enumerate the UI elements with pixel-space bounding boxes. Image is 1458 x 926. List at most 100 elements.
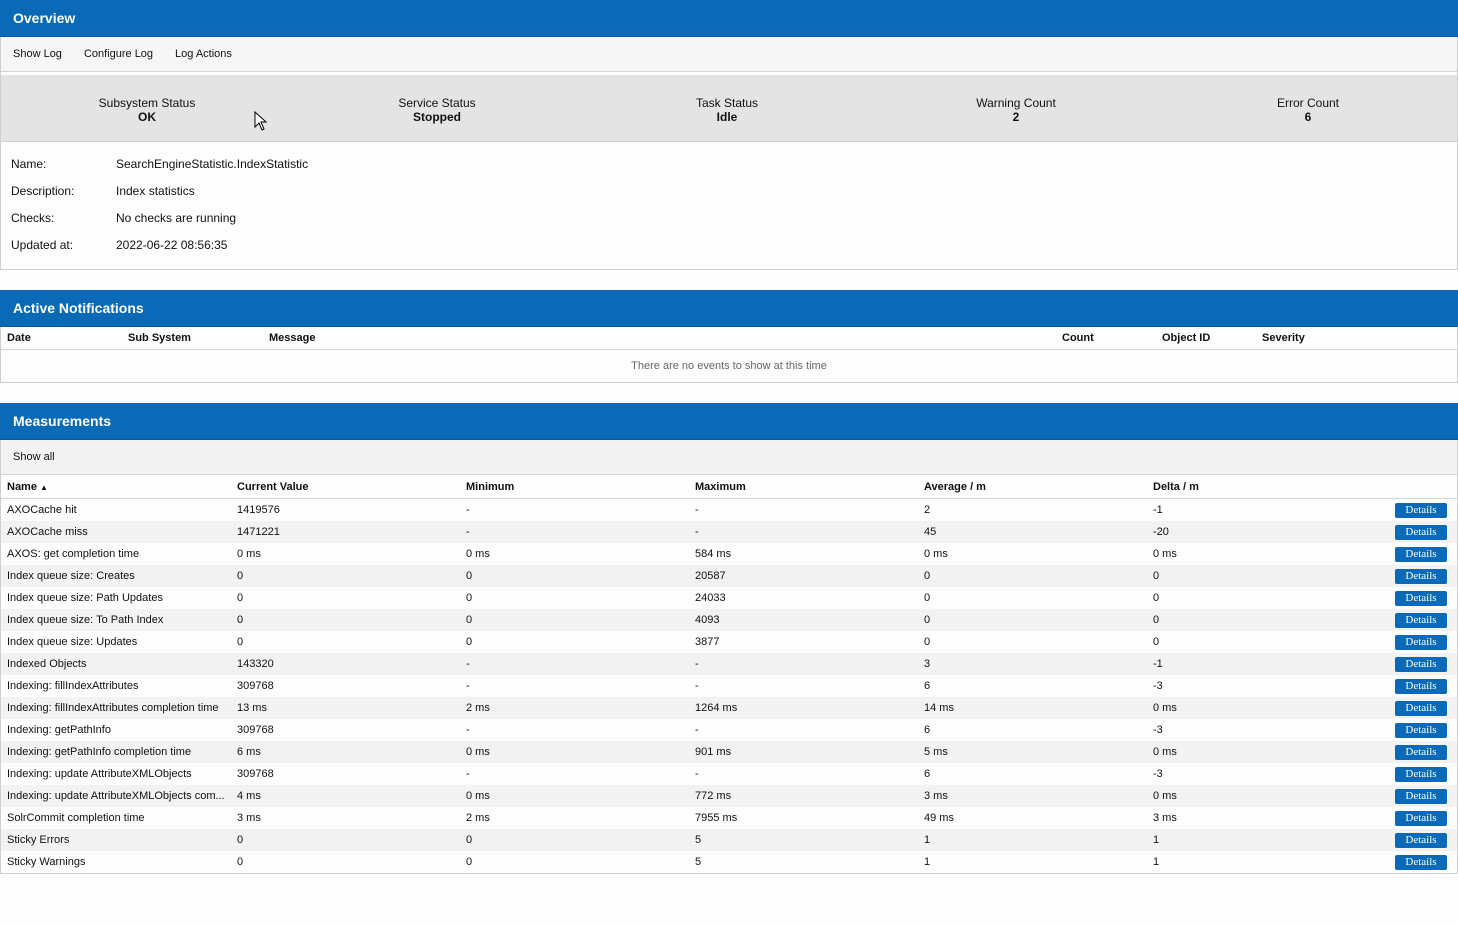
cell-actions: Details xyxy=(1347,543,1457,565)
column-header-subsystem[interactable]: Sub System xyxy=(128,332,191,344)
info-row-description: Description: Index statistics xyxy=(11,184,195,198)
cell-delta: -3 xyxy=(1153,768,1163,780)
measurements-title: Measurements xyxy=(0,403,1458,440)
details-button[interactable]: Details xyxy=(1395,656,1447,672)
subsystem-status-label: Subsystem Status xyxy=(98,96,196,110)
cell-average: 0 xyxy=(924,636,931,648)
details-button[interactable]: Details xyxy=(1395,700,1447,716)
column-header-minimum[interactable]: Minimum xyxy=(460,475,689,499)
cell-average: 2 xyxy=(924,504,931,516)
cell-current-value: 309768 xyxy=(237,724,274,736)
details-button[interactable]: Details xyxy=(1395,546,1447,562)
cell-average: 0 xyxy=(918,565,1147,587)
cell-maximum: - xyxy=(689,653,918,675)
cell-name: Indexing: fillIndexAttributes completion… xyxy=(1,697,231,719)
service-status-value: Stopped xyxy=(413,110,461,124)
cell-average: 1 xyxy=(924,856,931,868)
cell-name: Index queue size: Updates xyxy=(7,636,138,648)
cell-maximum: 24033 xyxy=(695,592,726,604)
cell-current-value: 13 ms xyxy=(231,697,460,719)
task-status-value: Idle xyxy=(716,110,738,124)
task-status-label: Task Status xyxy=(695,96,759,110)
details-button[interactable]: Details xyxy=(1395,612,1447,628)
task-status: Task Status Idle xyxy=(627,96,827,124)
cell-minimum: - xyxy=(466,680,470,692)
cell-current-value: 0 xyxy=(237,636,244,648)
cell-delta: 3 ms xyxy=(1153,812,1177,824)
column-header-current-value[interactable]: Current Value xyxy=(231,475,460,499)
cell-delta: -3 xyxy=(1153,680,1163,692)
details-button[interactable]: Details xyxy=(1395,678,1447,694)
cell-actions: Details xyxy=(1347,609,1457,631)
cell-name: AXOS: get completion time xyxy=(7,548,140,560)
details-button[interactable]: Details xyxy=(1395,766,1447,782)
cell-name: Index queue size: Creates xyxy=(1,565,231,587)
cell-actions: Details xyxy=(1347,829,1457,851)
details-button[interactable]: Details xyxy=(1395,568,1447,584)
cell-minimum: 0 xyxy=(460,609,689,631)
info-label: Checks: xyxy=(11,211,55,225)
cell-average: 5 ms xyxy=(918,741,1147,763)
cell-actions: Details xyxy=(1347,851,1457,873)
cell-name: AXOCache miss xyxy=(1,521,231,543)
log-actions-button[interactable]: Log Actions xyxy=(175,48,232,60)
cell-maximum: 4093 xyxy=(689,609,918,631)
column-header-delta[interactable]: Delta / m xyxy=(1147,475,1347,499)
details-button[interactable]: Details xyxy=(1395,832,1447,848)
column-header-severity[interactable]: Severity xyxy=(1262,332,1305,344)
cell-actions: Details xyxy=(1347,675,1457,697)
details-button[interactable]: Details xyxy=(1395,854,1447,870)
cell-average: 0 xyxy=(924,592,931,604)
configure-log-button[interactable]: Configure Log xyxy=(84,48,153,60)
cell-actions: Details xyxy=(1347,741,1457,763)
column-header-object-id[interactable]: Object ID xyxy=(1162,332,1210,344)
cell-average: 6 xyxy=(924,768,931,780)
table-row: Sticky Warnings 0 0 5 1 1 Details xyxy=(1,851,1457,873)
cell-average: 3 xyxy=(918,653,1147,675)
column-header-name[interactable]: Name ▲ xyxy=(1,475,231,499)
cell-current-value: 309768 xyxy=(237,680,274,692)
cell-delta: -1 xyxy=(1153,504,1163,516)
details-button[interactable]: Details xyxy=(1395,722,1447,738)
details-button[interactable]: Details xyxy=(1395,590,1447,606)
details-button[interactable]: Details xyxy=(1395,634,1447,650)
cell-maximum: - xyxy=(695,504,699,516)
details-button[interactable]: Details xyxy=(1395,788,1447,804)
cell-current-value: 0 xyxy=(231,609,460,631)
mouse-pointer-icon xyxy=(254,111,268,131)
cell-maximum: 901 ms xyxy=(689,741,918,763)
table-row: Indexed Objects 143320- -3 -1 Details xyxy=(1,653,1457,675)
details-button[interactable]: Details xyxy=(1395,810,1447,826)
info-value: Index statistics xyxy=(116,184,195,198)
cell-maximum: 3877 xyxy=(695,636,720,648)
cell-name: SolrCommit completion time xyxy=(7,812,145,824)
show-log-button[interactable]: Show Log xyxy=(13,48,62,60)
table-row: AXOS: get completion time 0 ms 0 ms 584 ms 0… xyxy=(1,543,1457,565)
table-row: Sticky Errors 0 0 5 1 1 Details xyxy=(1,829,1457,851)
details-button[interactable]: Details xyxy=(1395,502,1447,518)
column-header-actions xyxy=(1347,475,1457,499)
column-header-average[interactable]: Average / m xyxy=(918,475,1147,499)
cell-minimum: 0 xyxy=(466,856,473,868)
notifications-header-row: Date Sub System Message Count Object ID … xyxy=(1,327,1457,350)
cell-name: AXOCache hit xyxy=(7,504,77,516)
cell-actions: Details xyxy=(1347,587,1457,609)
cell-minimum: - xyxy=(460,653,689,675)
table-row: AXOCache hit 1419576 - - 2 -1 Details xyxy=(1,499,1457,522)
details-button[interactable]: Details xyxy=(1395,524,1447,540)
column-header-maximum[interactable]: Maximum xyxy=(689,475,918,499)
cell-minimum: 0 ms xyxy=(460,785,689,807)
column-header-count[interactable]: Count xyxy=(1062,332,1094,344)
show-all-button[interactable]: Show all xyxy=(13,451,55,463)
column-header-message[interactable]: Message xyxy=(269,332,315,344)
cell-average: 6 xyxy=(924,680,931,692)
cell-actions: Details xyxy=(1347,763,1457,785)
measurements-section: Measurements Show all Name ▲ Current Valu… xyxy=(0,403,1458,874)
details-button[interactable]: Details xyxy=(1395,744,1447,760)
cell-delta: 0 xyxy=(1147,565,1347,587)
cell-maximum: 772 ms xyxy=(689,785,918,807)
table-row: Indexing: update AttributeXMLObjects com… xyxy=(1,785,1457,807)
column-header-date[interactable]: Date xyxy=(7,332,31,344)
cell-actions: Details xyxy=(1347,499,1457,522)
error-count-value: 6 xyxy=(1304,110,1312,124)
